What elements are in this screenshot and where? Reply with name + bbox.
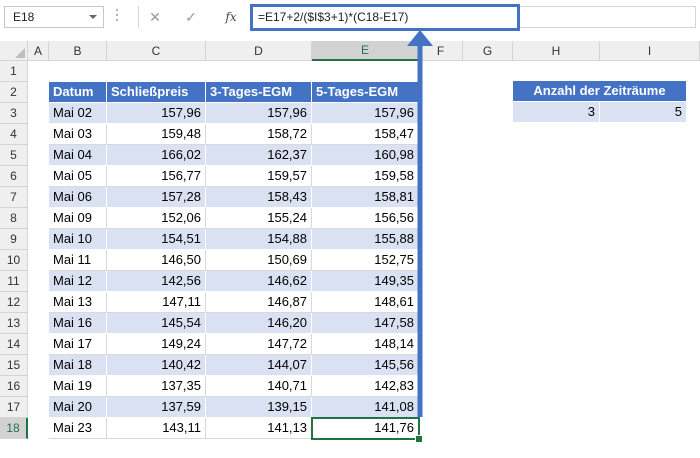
callout-arrow-head	[407, 30, 433, 46]
callout-arrow	[407, 30, 433, 417]
